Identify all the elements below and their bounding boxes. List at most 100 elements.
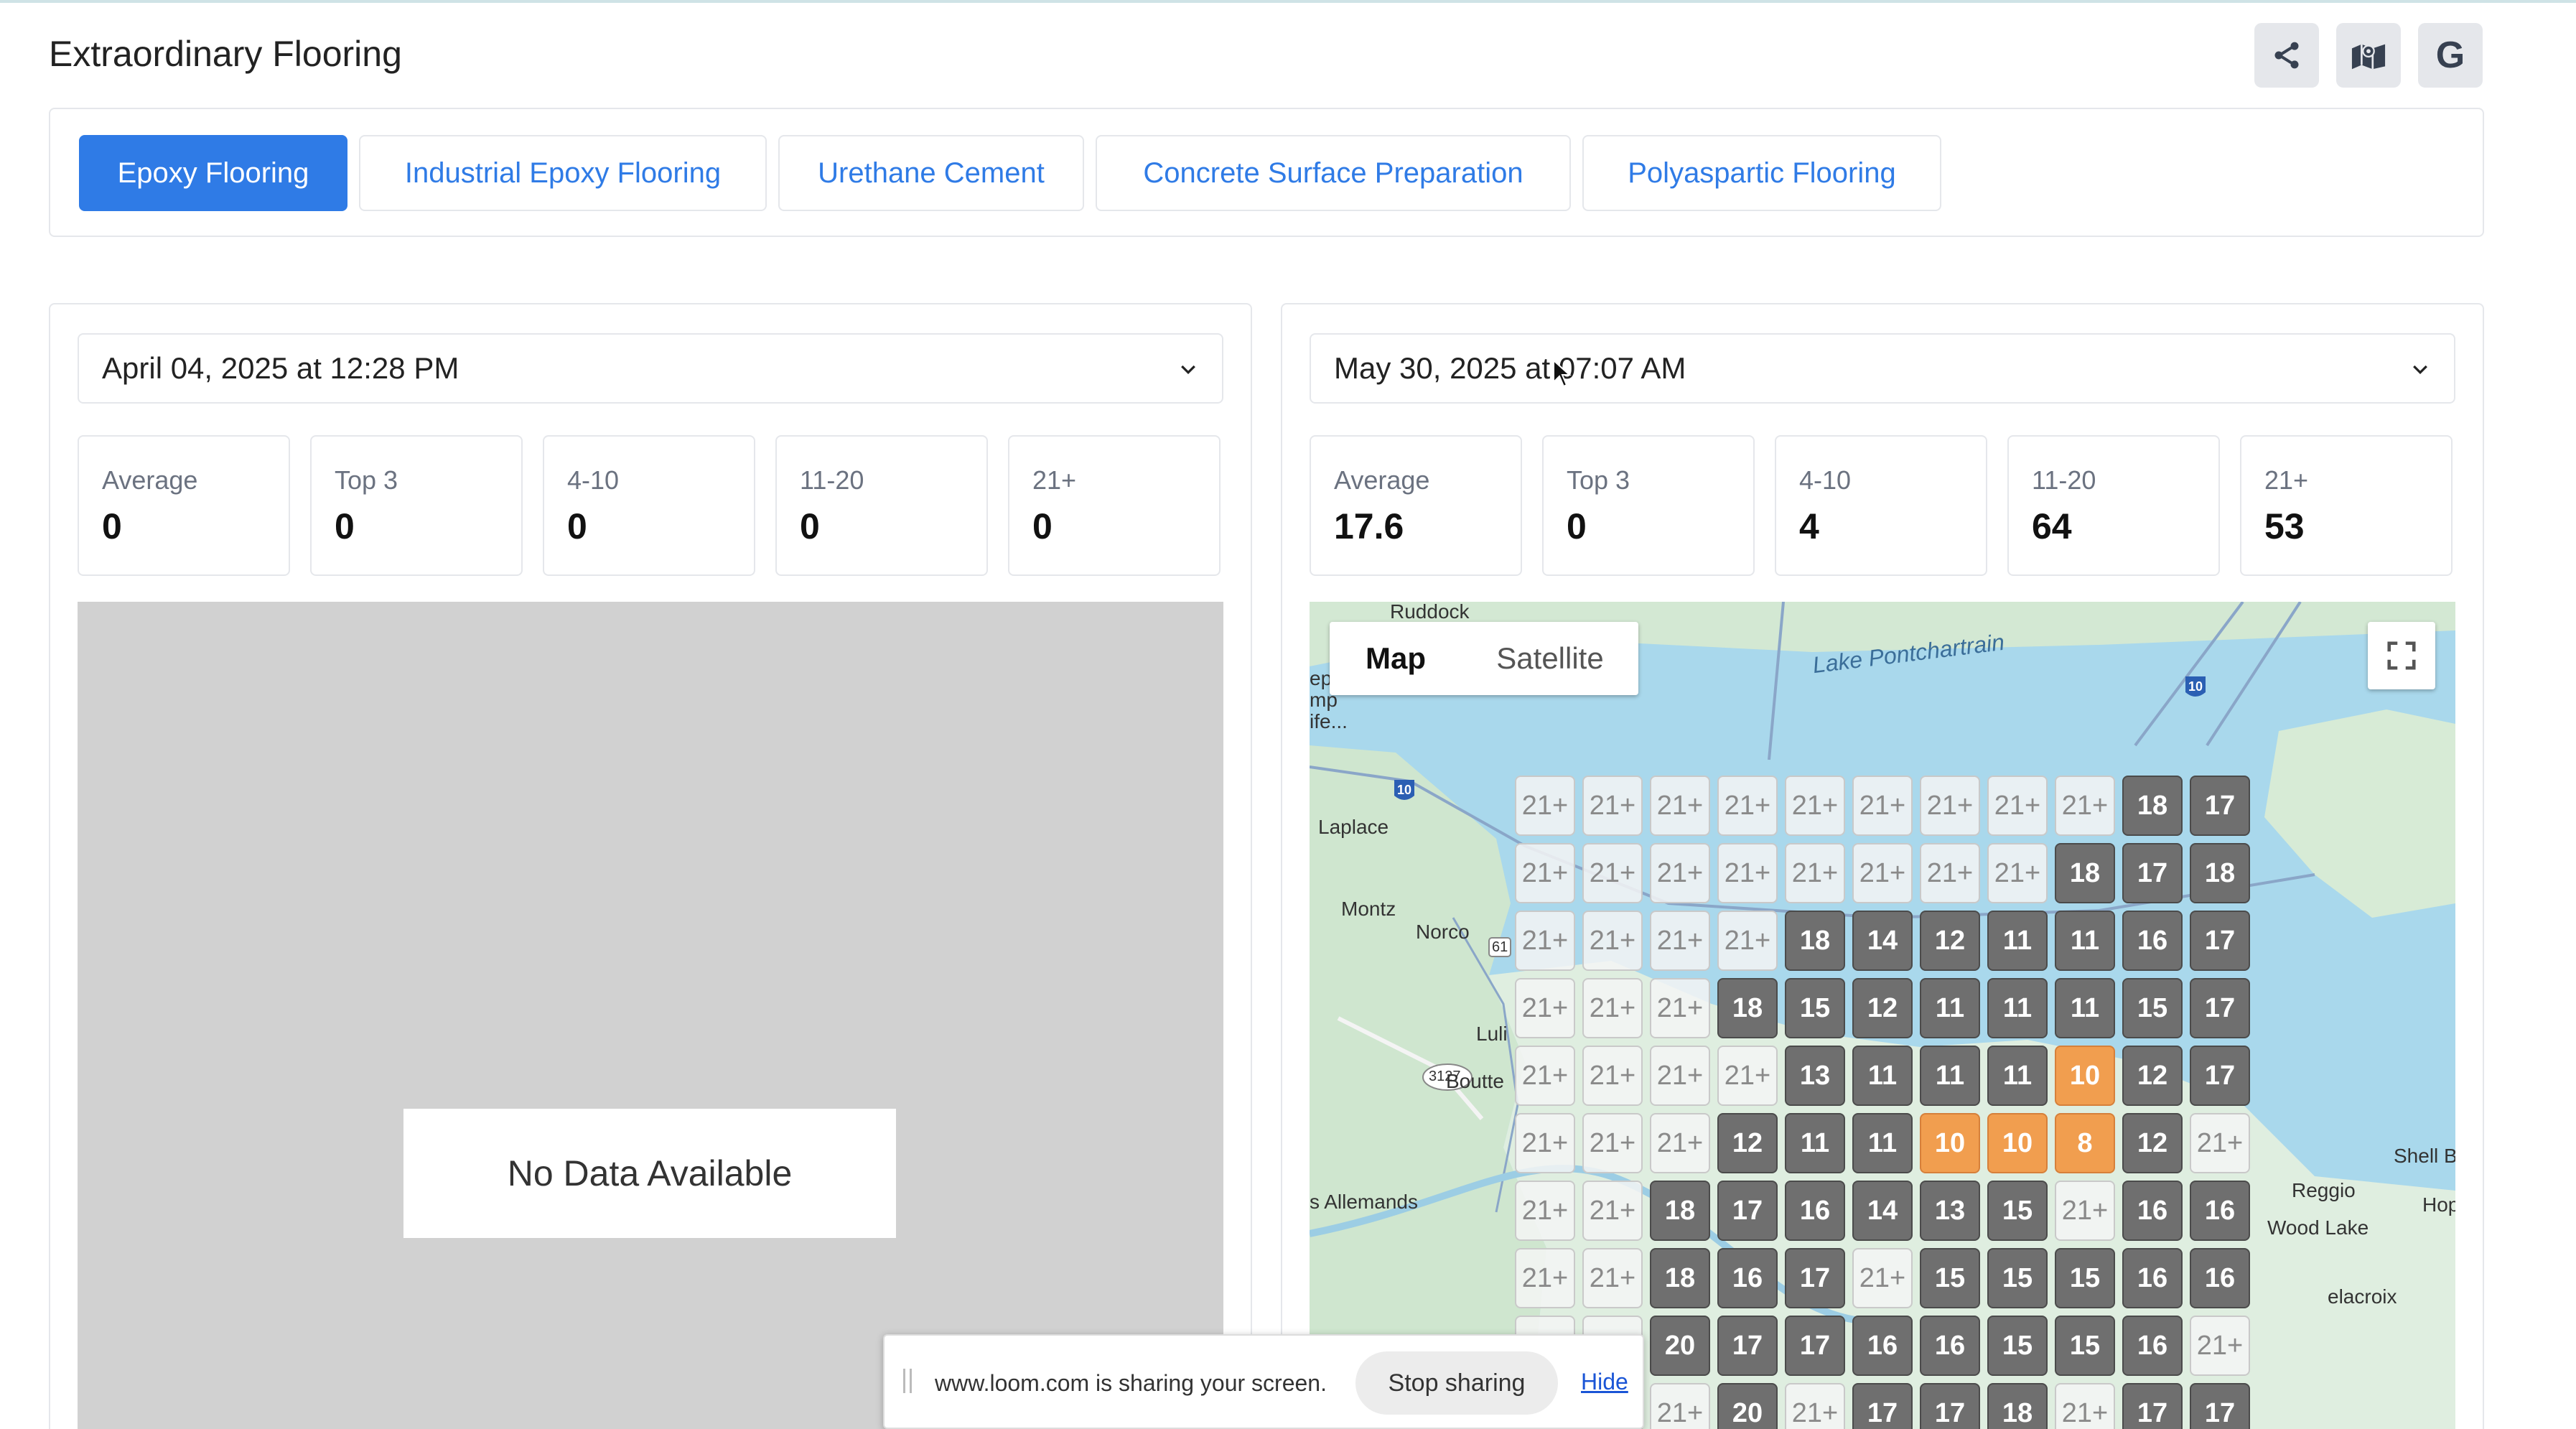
rank-cell[interactable]: 21+	[1515, 911, 1575, 971]
rank-cell[interactable]: 21+	[1582, 1181, 1643, 1241]
rank-cell[interactable]: 10	[1920, 1113, 1980, 1173]
rank-cell[interactable]: 17	[2122, 1383, 2183, 1429]
rank-cell[interactable]: 12	[2122, 1046, 2183, 1106]
rank-cell[interactable]: 21+	[1987, 776, 2048, 836]
rank-cell[interactable]: 21+	[1852, 1248, 1913, 1308]
rank-cell[interactable]: 11	[1785, 1113, 1845, 1173]
right-date-select[interactable]: May 30, 2025 at 07:07 AM	[1310, 333, 2455, 404]
rank-cell[interactable]: 15	[2055, 1316, 2115, 1376]
rank-cell[interactable]: 17	[1785, 1316, 1845, 1376]
rank-cell[interactable]: 11	[1987, 911, 2048, 971]
rank-cell[interactable]: 20	[1650, 1316, 1710, 1376]
rank-cell[interactable]: 21+	[1650, 911, 1710, 971]
rank-cell[interactable]: 12	[1852, 978, 1913, 1038]
rank-cell[interactable]: 11	[2055, 978, 2115, 1038]
rank-cell[interactable]: 21+	[1717, 911, 1778, 971]
rank-cell[interactable]: 21+	[1920, 843, 1980, 903]
rank-cell[interactable]: 15	[2122, 978, 2183, 1038]
rank-cell[interactable]: 21+	[1717, 843, 1778, 903]
rank-cell[interactable]: 21+	[1582, 1248, 1643, 1308]
rank-cell[interactable]: 21+	[1515, 776, 1575, 836]
google-button[interactable]: G	[2418, 23, 2483, 88]
rank-cell[interactable]: 21+	[2055, 1181, 2115, 1241]
rank-cell[interactable]: 16	[1852, 1316, 1913, 1376]
tab-concrete-surface-preparation[interactable]: Concrete Surface Preparation	[1096, 135, 1571, 211]
rank-cell[interactable]: 21+	[1785, 1383, 1845, 1429]
rank-cell[interactable]: 16	[2190, 1248, 2250, 1308]
rank-cell[interactable]: 21+	[1650, 1383, 1710, 1429]
rank-cell[interactable]: 17	[2190, 1383, 2250, 1429]
rank-cell[interactable]: 12	[2122, 1113, 2183, 1173]
rank-cell[interactable]: 18	[1650, 1181, 1710, 1241]
rank-cell[interactable]: 17	[1785, 1248, 1845, 1308]
rank-cell[interactable]: 21+	[2055, 776, 2115, 836]
rank-cell[interactable]: 16	[2122, 1316, 2183, 1376]
rank-cell[interactable]: 18	[2190, 843, 2250, 903]
rank-cell[interactable]: 21+	[1582, 978, 1643, 1038]
rank-cell[interactable]: 21+	[1852, 776, 1913, 836]
map-type-satellite-button[interactable]: Satellite	[1462, 622, 1638, 695]
stop-sharing-button[interactable]: Stop sharing	[1355, 1351, 1558, 1415]
rank-cell[interactable]: 18	[1785, 911, 1845, 971]
rank-cell[interactable]: 14	[1852, 911, 1913, 971]
rank-cell[interactable]: 21+	[1650, 1046, 1710, 1106]
rank-cell[interactable]: 21+	[1650, 1113, 1710, 1173]
tab-industrial-epoxy-flooring[interactable]: Industrial Epoxy Flooring	[359, 135, 767, 211]
rank-cell[interactable]: 21+	[1582, 911, 1643, 971]
rank-cell[interactable]: 15	[1987, 1248, 2048, 1308]
rank-cell[interactable]: 15	[1785, 978, 1845, 1038]
rank-cell[interactable]: 10	[1987, 1113, 2048, 1173]
rank-cell[interactable]: 11	[1852, 1113, 1913, 1173]
rank-cell[interactable]: 21+	[1852, 843, 1913, 903]
rank-cell[interactable]: 11	[2055, 911, 2115, 971]
fullscreen-button[interactable]	[2368, 622, 2435, 689]
rank-cell[interactable]: 11	[1920, 1046, 1980, 1106]
rank-cell[interactable]: 11	[1920, 978, 1980, 1038]
rank-cell[interactable]: 21+	[1785, 776, 1845, 836]
rank-cell[interactable]: 21+	[1515, 978, 1575, 1038]
rank-cell[interactable]: 16	[2122, 911, 2183, 971]
rank-cell[interactable]: 16	[1920, 1316, 1980, 1376]
rank-cell[interactable]: 18	[1717, 978, 1778, 1038]
rank-cell[interactable]: 17	[2190, 911, 2250, 971]
rank-cell[interactable]: 17	[2190, 978, 2250, 1038]
rank-cell[interactable]: 21+	[1515, 1113, 1575, 1173]
rank-cell[interactable]: 11	[1987, 978, 2048, 1038]
tab-urethane-cement[interactable]: Urethane Cement	[778, 135, 1084, 211]
rank-cell[interactable]: 13	[1785, 1046, 1845, 1106]
rank-cell[interactable]: 18	[1987, 1383, 2048, 1429]
rank-cell[interactable]: 17	[1717, 1181, 1778, 1241]
rank-cell[interactable]: 11	[1987, 1046, 2048, 1106]
rank-cell[interactable]: 16	[2190, 1181, 2250, 1241]
rank-cell[interactable]: 17	[2190, 1046, 2250, 1106]
rank-cell[interactable]: 16	[1717, 1248, 1778, 1308]
rank-cell[interactable]: 18	[1650, 1248, 1710, 1308]
rank-cell[interactable]: 21+	[2190, 1113, 2250, 1173]
rank-cell[interactable]: 21+	[1515, 1046, 1575, 1106]
rank-cell[interactable]: 10	[2055, 1046, 2115, 1106]
left-date-select[interactable]: April 04, 2025 at 12:28 PM	[78, 333, 1223, 404]
rank-cell[interactable]: 21+	[2190, 1316, 2250, 1376]
rank-cell[interactable]: 21+	[1582, 843, 1643, 903]
rank-cell[interactable]: 15	[2055, 1248, 2115, 1308]
map-type-map-button[interactable]: Map	[1330, 622, 1462, 695]
rank-cell[interactable]: 21+	[1582, 1113, 1643, 1173]
rank-cell[interactable]: 21+	[2055, 1383, 2115, 1429]
rank-cell[interactable]: 21+	[1582, 1046, 1643, 1106]
rank-cell[interactable]: 21+	[1717, 1046, 1778, 1106]
rank-cell[interactable]: 21+	[1785, 843, 1845, 903]
rank-cell[interactable]: 14	[1852, 1181, 1913, 1241]
rank-cell[interactable]: 18	[2122, 776, 2183, 836]
map-view-button[interactable]	[2336, 23, 2401, 88]
rank-cell[interactable]: 16	[2122, 1181, 2183, 1241]
rank-cell[interactable]: 21+	[1650, 776, 1710, 836]
rank-cell[interactable]: 17	[2190, 776, 2250, 836]
rank-cell[interactable]: 15	[1987, 1316, 2048, 1376]
rank-cell[interactable]: 21+	[1717, 776, 1778, 836]
rank-cell[interactable]: 21+	[1515, 1181, 1575, 1241]
rank-map[interactable]: Ruddock Lake Pontchartrain ep mp ife... …	[1310, 602, 2455, 1429]
rank-cell[interactable]: 18	[2055, 843, 2115, 903]
rank-cell[interactable]: 17	[1717, 1316, 1778, 1376]
rank-cell[interactable]: 15	[1987, 1181, 2048, 1241]
tab-polyaspartic-flooring[interactable]: Polyaspartic Flooring	[1582, 135, 1941, 211]
